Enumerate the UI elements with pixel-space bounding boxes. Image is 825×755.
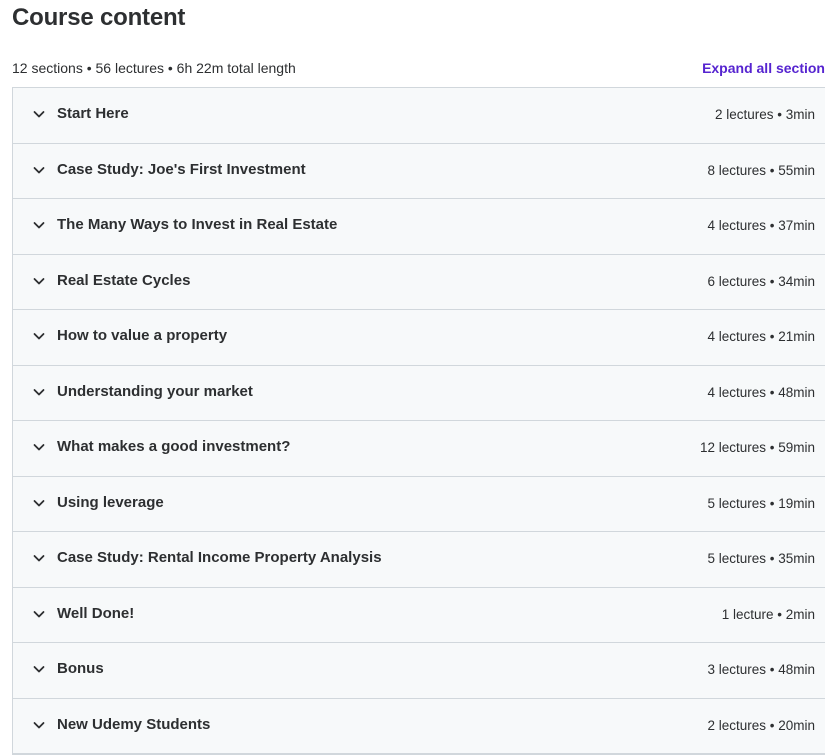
course-summary: 12 sections • 56 lectures • 6h 22m total… (12, 60, 296, 76)
section-title: How to value a property (57, 327, 228, 344)
section-meta: 5 lectures • 35min (707, 551, 815, 566)
section-title: Case Study: Rental Income Property Analy… (57, 549, 382, 566)
section-meta: 6 lectures • 34min (707, 273, 815, 289)
section-row[interactable]: Well Done! 1 lecture • 2min (13, 587, 825, 643)
section-list: Start Here 2 lectures • 3min Case Study:… (12, 87, 825, 755)
section-title: Well Done! (57, 604, 135, 622)
section-meta: 8 lectures • 55min (707, 162, 815, 178)
section-row[interactable]: Using leverage 5 lectures • 19min (13, 476, 825, 532)
section-row[interactable]: Real Estate Cycles 6 lectures • 34min (13, 254, 825, 310)
section-meta: 4 lectures • 37min (707, 218, 815, 233)
section-row[interactable]: Understanding your market 4 lectures • 4… (13, 365, 825, 421)
section-meta: 12 lectures • 59min (699, 440, 815, 455)
section-meta: 4 lectures • 21min (707, 329, 815, 344)
section-title: Real Estate Cycles (57, 271, 191, 289)
section-row[interactable]: What makes a good investment? 12 lecture… (13, 421, 825, 477)
section-row[interactable]: Case Study: Rental Income Property Analy… (13, 532, 825, 588)
section-meta: 3 lectures • 48min (707, 662, 815, 677)
section-meta: 4 lectures • 48min (707, 384, 815, 400)
section-row[interactable]: The Many Ways to Invest in Real Estate 4… (13, 199, 825, 255)
section-row[interactable]: New Udemy Students 2 lectures • 20min (13, 698, 825, 754)
section-row[interactable]: Case Study: Joe's First Investment 8 lec… (13, 143, 825, 199)
section-meta: 5 lectures • 19min (707, 495, 815, 511)
section-title: What makes a good investment? (57, 438, 291, 455)
page-title: Course content (12, 4, 186, 31)
section-meta: 2 lectures • 3min (714, 107, 815, 122)
section-title: Using leverage (57, 493, 164, 511)
expand-all-button[interactable]: Expand all section (702, 58, 825, 78)
chevron-down-icon (32, 607, 46, 621)
chevron-down-icon (32, 107, 46, 121)
chevron-down-icon (32, 329, 46, 343)
section-row[interactable]: Bonus 3 lectures • 48min (13, 643, 825, 699)
section-title: Start Here (57, 105, 129, 122)
chevron-down-icon (32, 218, 46, 232)
chevron-down-icon (32, 163, 46, 177)
chevron-down-icon (32, 385, 46, 399)
section-row[interactable]: How to value a property 4 lectures • 21m… (13, 310, 825, 366)
section-title: The Many Ways to Invest in Real Estate (57, 216, 338, 233)
section-meta: 1 lecture • 2min (721, 606, 815, 622)
section-title: Understanding your market (57, 382, 253, 400)
course-summary-row: 12 sections • 56 lectures • 6h 22m total… (12, 58, 825, 78)
chevron-down-icon (32, 662, 46, 676)
section-title: New Udemy Students (57, 715, 211, 733)
chevron-down-icon (32, 718, 46, 732)
chevron-down-icon (32, 440, 46, 454)
course-content-panel: Course content 12 sections • 56 lectures… (0, 0, 825, 755)
section-meta: 2 lectures • 20min (707, 717, 815, 733)
chevron-down-icon (32, 551, 46, 565)
section-title: Bonus (57, 660, 104, 677)
chevron-down-icon (32, 496, 46, 510)
section-title: Case Study: Joe's First Investment (57, 160, 306, 178)
chevron-down-icon (32, 274, 46, 288)
section-row[interactable]: Start Here 2 lectures • 3min (13, 88, 825, 144)
